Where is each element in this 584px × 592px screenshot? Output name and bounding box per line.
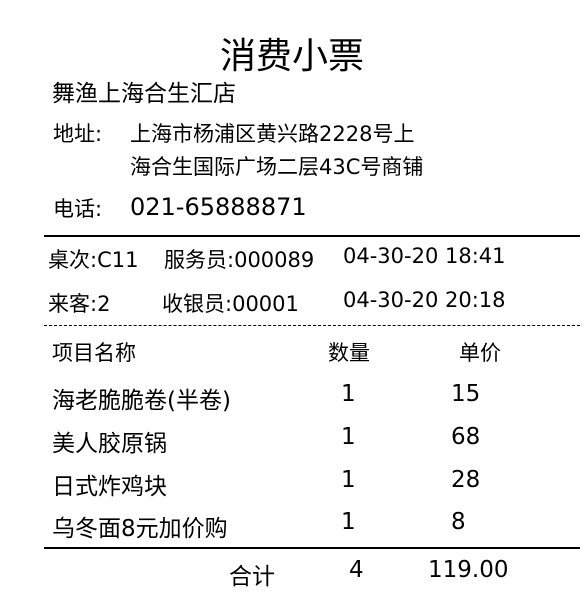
address-line-1: 上海市杨浦区黄兴路2228号上 <box>130 122 415 146</box>
cashier-label: 收银员: <box>162 292 233 316</box>
total-qty: 4 <box>349 557 364 583</box>
item-qty: 1 <box>341 467 356 493</box>
address-label: 地址: <box>53 122 103 146</box>
column-header-price: 单价 <box>459 341 501 365</box>
item-name: 乌冬面8元加价购 <box>52 516 228 542</box>
divider-dashed <box>44 325 580 326</box>
column-header-qty: 数量 <box>328 341 370 365</box>
item-price: 68 <box>451 424 481 450</box>
phone-label: 电话: <box>53 197 103 221</box>
receipt-title: 消费小票 <box>219 36 364 77</box>
divider-solid <box>44 235 580 237</box>
item-name: 美人胶原锅 <box>52 431 167 457</box>
table-info: 桌次:C11 <box>48 244 138 274</box>
waiter-info: 服务员:000089 <box>164 244 314 274</box>
item-price: 28 <box>451 467 481 493</box>
store-name: 舞渔上海合生汇店 <box>52 81 236 107</box>
column-header-name: 项目名称 <box>52 341 136 365</box>
item-qty: 1 <box>341 381 356 407</box>
cashier-id: 00001 <box>232 292 299 316</box>
close-time: 04-30-20 20:18 <box>343 288 506 312</box>
guests-count: 2 <box>97 292 111 316</box>
total-label: 合计 <box>229 564 275 590</box>
item-qty: 1 <box>341 424 356 450</box>
item-name: 海老脆脆卷(半卷) <box>52 388 231 414</box>
item-price: 8 <box>451 509 466 535</box>
table-number: C11 <box>97 248 139 272</box>
divider-solid-total <box>44 547 580 549</box>
waiter-label: 服务员: <box>164 248 235 272</box>
item-price: 15 <box>451 381 481 407</box>
waiter-id: 000089 <box>234 248 315 272</box>
table-label: 桌次: <box>48 248 98 272</box>
open-time: 04-30-20 18:41 <box>343 244 506 268</box>
guests-label: 来客: <box>48 292 98 316</box>
total-amount: 119.00 <box>428 557 509 583</box>
item-qty: 1 <box>341 509 356 535</box>
guests-info: 来客:2 <box>48 288 110 318</box>
cashier-info: 收银员:00001 <box>162 288 299 318</box>
item-name: 日式炸鸡块 <box>52 474 167 500</box>
address-line-2: 海合生国际广场二层43C号商铺 <box>130 155 424 179</box>
phone-number: 021-65888871 <box>130 193 307 221</box>
